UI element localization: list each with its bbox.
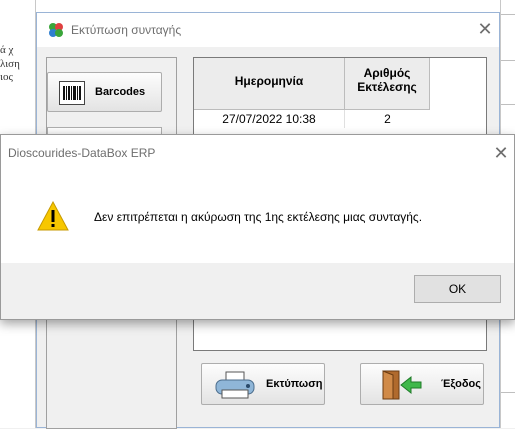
dialog-title: Dioscourides-DataBox ERP xyxy=(8,146,156,160)
dialog-message: Δεν επιτρέπεται η ακύρωση της 1ης εκτέλε… xyxy=(94,210,423,224)
printer-icon xyxy=(215,371,255,399)
close-icon[interactable]: ✕ xyxy=(491,143,511,163)
window-title: Εκτύπωση συνταγής xyxy=(71,23,182,37)
exit-label: Έξοδος xyxy=(441,378,481,390)
divider xyxy=(501,60,515,61)
exit-door-icon xyxy=(382,370,422,400)
header-spacer xyxy=(430,58,486,110)
app-clover-icon xyxy=(49,23,63,37)
barcodes-label: Barcodes xyxy=(95,86,146,98)
column-header-execution-number[interactable]: Αριθμός Εκτέλεσης xyxy=(345,58,430,110)
divider xyxy=(501,104,515,105)
column-header-date[interactable]: Ημερομηνία xyxy=(194,58,345,110)
background-text: ιος xyxy=(0,71,13,83)
barcodes-button[interactable]: Barcodes xyxy=(47,72,162,112)
background-text: λιση xyxy=(0,58,20,70)
print-label: Εκτύπωση xyxy=(266,378,323,390)
table-cell-date[interactable]: 27/07/2022 10:38 xyxy=(194,110,345,128)
message-box-dialog: Dioscourides-DataBox ERP ✕ Δεν επιτρέπετ… xyxy=(0,134,515,320)
divider xyxy=(501,14,515,15)
close-icon[interactable]: ✕ xyxy=(475,19,495,39)
divider xyxy=(501,392,515,393)
window-titlebar[interactable]: Εκτύπωση συνταγής ✕ xyxy=(37,13,499,47)
barcode-icon xyxy=(59,81,85,105)
print-button[interactable]: Εκτύπωση xyxy=(201,363,325,405)
warning-icon xyxy=(37,201,69,231)
exit-button[interactable]: Έξοδος xyxy=(360,363,484,405)
background-text: ά χ xyxy=(0,44,14,56)
table-cell-count[interactable]: 2 xyxy=(345,110,430,128)
ok-button[interactable]: OK xyxy=(414,275,501,303)
